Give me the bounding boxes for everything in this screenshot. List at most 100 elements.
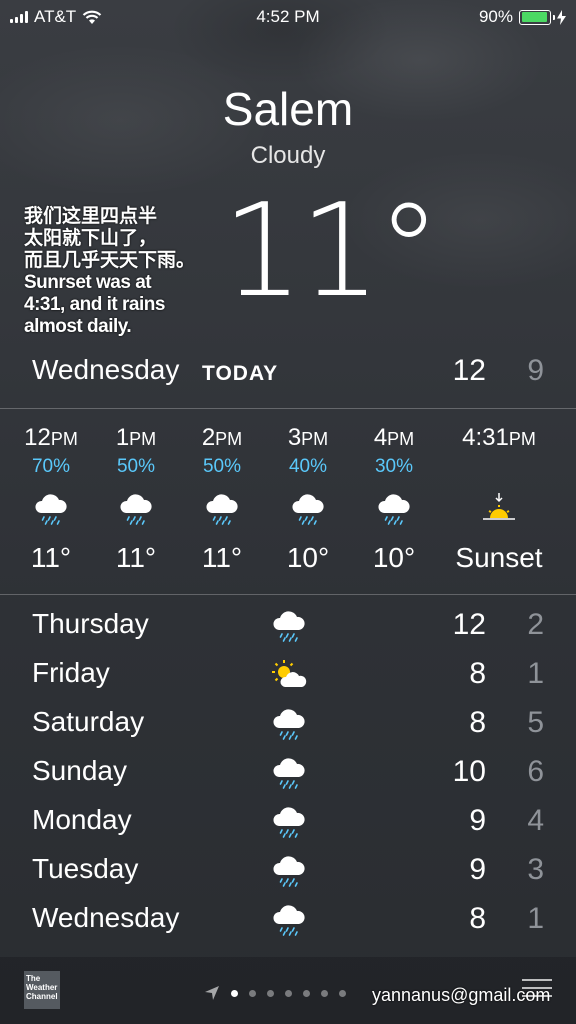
day-low: 4: [527, 804, 544, 837]
note-zh-line: 我们这里四点半: [24, 206, 158, 227]
note-zh-line: 太阳就下山了，: [24, 228, 158, 249]
sunset-icon: [448, 486, 550, 532]
page-dot: [303, 989, 310, 997]
hourly-forecast[interactable]: 12PM 70% 11° 1PM 50% 11° 2PM 50% 11° 3PM…: [0, 414, 576, 584]
precip-chance: 40%: [288, 456, 328, 477]
daily-row: Friday 8 1: [0, 653, 576, 697]
precip-chance: 50%: [116, 456, 156, 477]
today-summary-row: Wednesday TODAY 12 9: [0, 352, 576, 392]
rain-cloud-icon: [179, 486, 265, 532]
day-low: 6: [527, 755, 544, 788]
day-high: 8: [469, 706, 486, 739]
status-right: 90%: [479, 7, 566, 27]
precip-chance: 30%: [374, 456, 414, 477]
rain-cloud-icon: [265, 486, 351, 532]
rain-cloud-icon: [351, 486, 437, 532]
page-dot: [267, 989, 274, 997]
daily-row: Thursday 12 2: [0, 604, 576, 648]
rain-cloud-icon: [266, 604, 312, 648]
hour-label: 12: [24, 424, 51, 451]
hour-temp: 11°: [201, 542, 243, 573]
precip-chance: 70%: [31, 456, 71, 477]
day-high: 10: [452, 755, 486, 788]
rain-cloud-icon: [266, 702, 312, 746]
hour-label: 3: [287, 424, 302, 451]
hour-ampm: PM: [301, 429, 329, 449]
hour-label: 4: [373, 424, 388, 451]
day-name: Tuesday: [32, 853, 139, 884]
hourly-item: 2PM 50% 11°: [179, 414, 265, 574]
hour-ampm: PM: [129, 429, 157, 449]
hourly-item: 3PM 40% 10°: [265, 414, 351, 574]
charging-icon: [557, 9, 566, 25]
page-indicator[interactable]: [204, 985, 346, 1001]
bottom-toolbar: The Weather Channel yannanus@gmail.com: [0, 957, 576, 1024]
overlay-annotation: 我们这里四点半 太阳就下山了， 而且几乎天天下雨。 Sunrset was at…: [24, 206, 234, 338]
hour-temp: Sunset: [455, 542, 543, 573]
weather-condition: Cloudy: [250, 142, 326, 169]
list-icon[interactable]: [522, 979, 552, 1003]
day-low: 5: [527, 706, 544, 739]
hour-ampm: PM: [387, 429, 415, 449]
divider: [0, 594, 576, 595]
daily-row: Wednesday 8 1: [0, 898, 576, 942]
day-name: Friday: [32, 657, 110, 688]
hourly-item: 4PM 30% 10°: [351, 414, 437, 574]
page-dot: [321, 989, 328, 997]
precip-chance: [448, 456, 550, 478]
battery-percent: 90%: [478, 7, 513, 26]
day-high: 8: [469, 657, 486, 690]
hour-temp: 11°: [30, 542, 72, 573]
rain-cloud-icon: [8, 486, 94, 532]
rain-cloud-icon: [93, 486, 179, 532]
weather-channel-logo[interactable]: The Weather Channel: [24, 971, 60, 1009]
day-high: 9: [469, 804, 486, 837]
day-high: 9: [469, 853, 486, 886]
hour-label: 1: [115, 424, 130, 451]
daily-row: Monday 9 4: [0, 800, 576, 844]
partly-sunny-icon: [266, 653, 312, 697]
status-bar: AT&T 4:52 PM 90%: [0, 0, 576, 34]
day-name: Saturday: [32, 706, 145, 737]
daily-row: Sunday 10 6: [0, 751, 576, 795]
hour-ampm: PM: [215, 429, 243, 449]
day-high: 12: [452, 608, 486, 641]
rain-cloud-icon: [266, 898, 312, 942]
note-en-line: 4:31, and it rains: [24, 294, 165, 315]
day-name: Wednesday: [32, 902, 180, 933]
hour-temp: 10°: [286, 542, 330, 573]
divider: [0, 408, 576, 409]
page-dot-active: [231, 989, 238, 997]
note-zh-line: 而且几乎天天下雨。: [24, 250, 196, 271]
hour-temp: 11°: [115, 542, 157, 573]
day-name: Sunday: [32, 755, 127, 786]
day-name: Monday: [32, 804, 132, 835]
hour-temp: 10°: [372, 542, 416, 573]
page-dot: [249, 989, 256, 997]
day-low: 2: [527, 608, 544, 641]
hourly-item: 12PM 70% 11°: [8, 414, 94, 574]
day-low: 3: [527, 853, 544, 886]
note-en-line: Sunrset was at: [24, 272, 152, 293]
rain-cloud-icon: [266, 800, 312, 844]
hourly-item: 1PM 50% 11°: [93, 414, 179, 574]
daily-row: Tuesday 9 3: [0, 849, 576, 893]
day-high: 8: [469, 902, 486, 935]
page-dot: [339, 989, 346, 997]
daily-row: Saturday 8 5: [0, 702, 576, 746]
hourly-item-sunset: 4:31PM Sunset: [448, 414, 550, 574]
day-name: Thursday: [32, 608, 149, 639]
note-en-line: almost daily.: [24, 316, 132, 337]
battery-icon: [519, 9, 555, 25]
today-high: 12: [452, 354, 486, 387]
day-low: 1: [527, 902, 544, 935]
rain-cloud-icon: [266, 751, 312, 795]
hour-ampm: PM: [50, 429, 78, 449]
current-temperature: 11°: [222, 177, 441, 326]
precip-chance: 50%: [202, 456, 242, 477]
hour-label: 2: [201, 424, 216, 451]
hour-label: 4:31: [462, 424, 509, 451]
today-day: Wednesday: [32, 354, 180, 385]
city-name: Salem: [222, 83, 354, 135]
today-low: 9: [527, 354, 544, 387]
